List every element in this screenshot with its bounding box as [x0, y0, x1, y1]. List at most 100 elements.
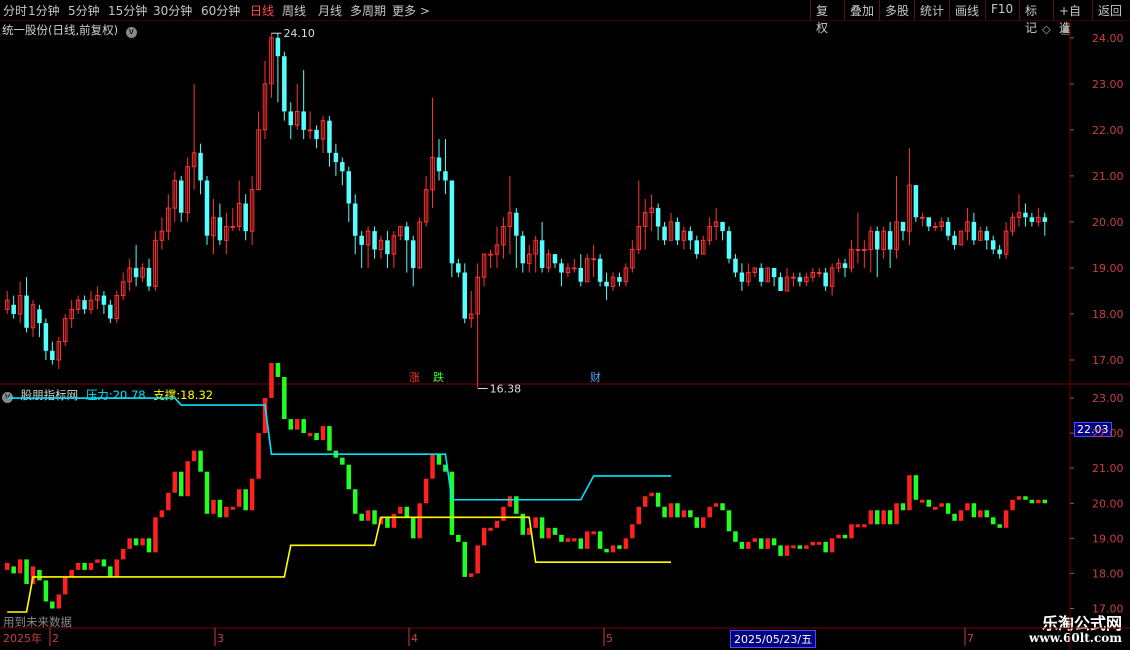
candle-body [333, 152, 339, 163]
indicator-bar [907, 475, 912, 511]
indicator-bar [862, 524, 867, 528]
event-badge: 财 [590, 370, 601, 384]
support-line [7, 516, 671, 613]
period-tab-9[interactable]: 多周期 [350, 2, 386, 19]
candle-body [907, 184, 912, 232]
candle-body [488, 253, 493, 256]
x-month-label: 2 [52, 632, 59, 645]
candle-body [153, 239, 158, 287]
toolbar-button-2[interactable]: 多股 [879, 0, 914, 20]
candle-body [655, 208, 661, 227]
indicator-bar [997, 524, 1002, 528]
candle-body [436, 157, 442, 172]
indicator-bar [365, 510, 371, 521]
indicator-bar [37, 569, 42, 581]
indicator-bar [539, 517, 545, 539]
period-tab-3[interactable]: 15分钟 [108, 2, 147, 19]
candle-body [4, 299, 10, 310]
period-tab-1[interactable]: 1分钟 [28, 2, 60, 19]
period-tab-2[interactable]: 5分钟 [68, 2, 100, 19]
indicator-bar [984, 510, 990, 518]
candle-body [275, 37, 281, 57]
indicator-name: 股朋指标网 [20, 388, 79, 402]
indicator-bar [62, 576, 68, 595]
indicator-bar [166, 492, 171, 511]
indicator-bar [24, 559, 29, 584]
indicator-bar [501, 506, 506, 521]
candle-body [990, 240, 996, 250]
indicator-bar [243, 489, 248, 511]
toolbar-button-7[interactable]: +自选 [1053, 0, 1092, 35]
candle-body [17, 295, 23, 315]
chevron-down-icon[interactable]: v [125, 27, 137, 38]
indicator-bar [623, 538, 629, 549]
indicator-bar [4, 562, 10, 570]
period-tab-10[interactable]: 更多 > [392, 2, 430, 19]
diamond-icon[interactable]: ◇ [1042, 22, 1051, 36]
candle-body [307, 129, 313, 132]
indicator-bar [82, 562, 87, 570]
chevron-down-icon[interactable]: v [2, 392, 13, 403]
indicator-bar [211, 499, 216, 514]
cursor-date-badge: 2025/05/23/五 [730, 630, 817, 648]
indicator-bar [765, 538, 770, 549]
indicator-bar [443, 464, 448, 472]
indicator-bar [378, 517, 384, 525]
indicator-bar [198, 450, 203, 472]
candle-body [791, 276, 796, 279]
candle-body [559, 263, 564, 273]
period-tab-5[interactable]: 60分钟 [201, 2, 240, 19]
y-tick-label: 20.00 [1092, 497, 1124, 510]
indicator-bar [965, 503, 970, 511]
toolbar-button-8[interactable]: 返回 [1092, 0, 1130, 20]
toolbar-button-1[interactable]: 叠加 [844, 0, 879, 20]
panel-controls[interactable]: ◇ ▣ [1042, 22, 1071, 36]
candle-body [1029, 217, 1035, 222]
candle-body [778, 277, 783, 291]
indicator-bar [410, 517, 416, 539]
toolbar-button-4[interactable]: 画线 [949, 0, 985, 20]
candle-body [262, 83, 268, 131]
indicator-bar [391, 513, 397, 528]
indicator-bar [230, 506, 236, 510]
toolbar-button-0[interactable]: 复权 [810, 0, 844, 35]
indicator-bar [958, 510, 964, 521]
indicator-bar [178, 471, 184, 497]
indicator-bar [816, 541, 822, 545]
indicator-bar [120, 548, 126, 560]
candle-body [481, 253, 487, 278]
indicator-bar [294, 419, 300, 430]
y-tick-label: 19.00 [1092, 262, 1124, 275]
candle-body [604, 281, 609, 287]
candle-body [829, 267, 835, 287]
candle-body [855, 249, 861, 252]
toolbar-button-5[interactable]: F10 [985, 0, 1019, 20]
indicator-bar [404, 506, 410, 518]
indicator-bar [11, 566, 16, 574]
candle-body [230, 226, 236, 229]
period-tab-0[interactable]: 分时 [3, 2, 27, 19]
candle-body [765, 267, 770, 283]
indicator-bar [707, 506, 712, 518]
candle-body [688, 231, 693, 241]
chart-title-row: 统一股份(日线,前复权) v [2, 22, 137, 38]
toolbar-button-6[interactable]: 标记 [1019, 0, 1053, 35]
indicator-bar [30, 566, 36, 584]
candle-body [965, 221, 970, 232]
candle-body [713, 221, 719, 228]
period-tab-7[interactable]: 周线 [282, 2, 306, 19]
indicator-bar [533, 517, 538, 528]
candle-body [507, 212, 513, 228]
expand-icon[interactable]: ▣ [1061, 22, 1072, 36]
x-month-label: 5 [606, 632, 613, 645]
candle-body [662, 226, 667, 241]
period-tab-4[interactable]: 30分钟 [153, 2, 192, 19]
indicator-bar [642, 496, 648, 507]
period-tab-8[interactable]: 月线 [318, 2, 342, 19]
y-tick-label: 21.00 [1092, 170, 1124, 183]
candle-body [346, 171, 352, 204]
toolbar-button-3[interactable]: 统计 [914, 0, 949, 20]
indicator-bar [713, 503, 719, 507]
indicator-bar [784, 545, 790, 556]
period-tab-6[interactable]: 日线 [250, 2, 274, 19]
